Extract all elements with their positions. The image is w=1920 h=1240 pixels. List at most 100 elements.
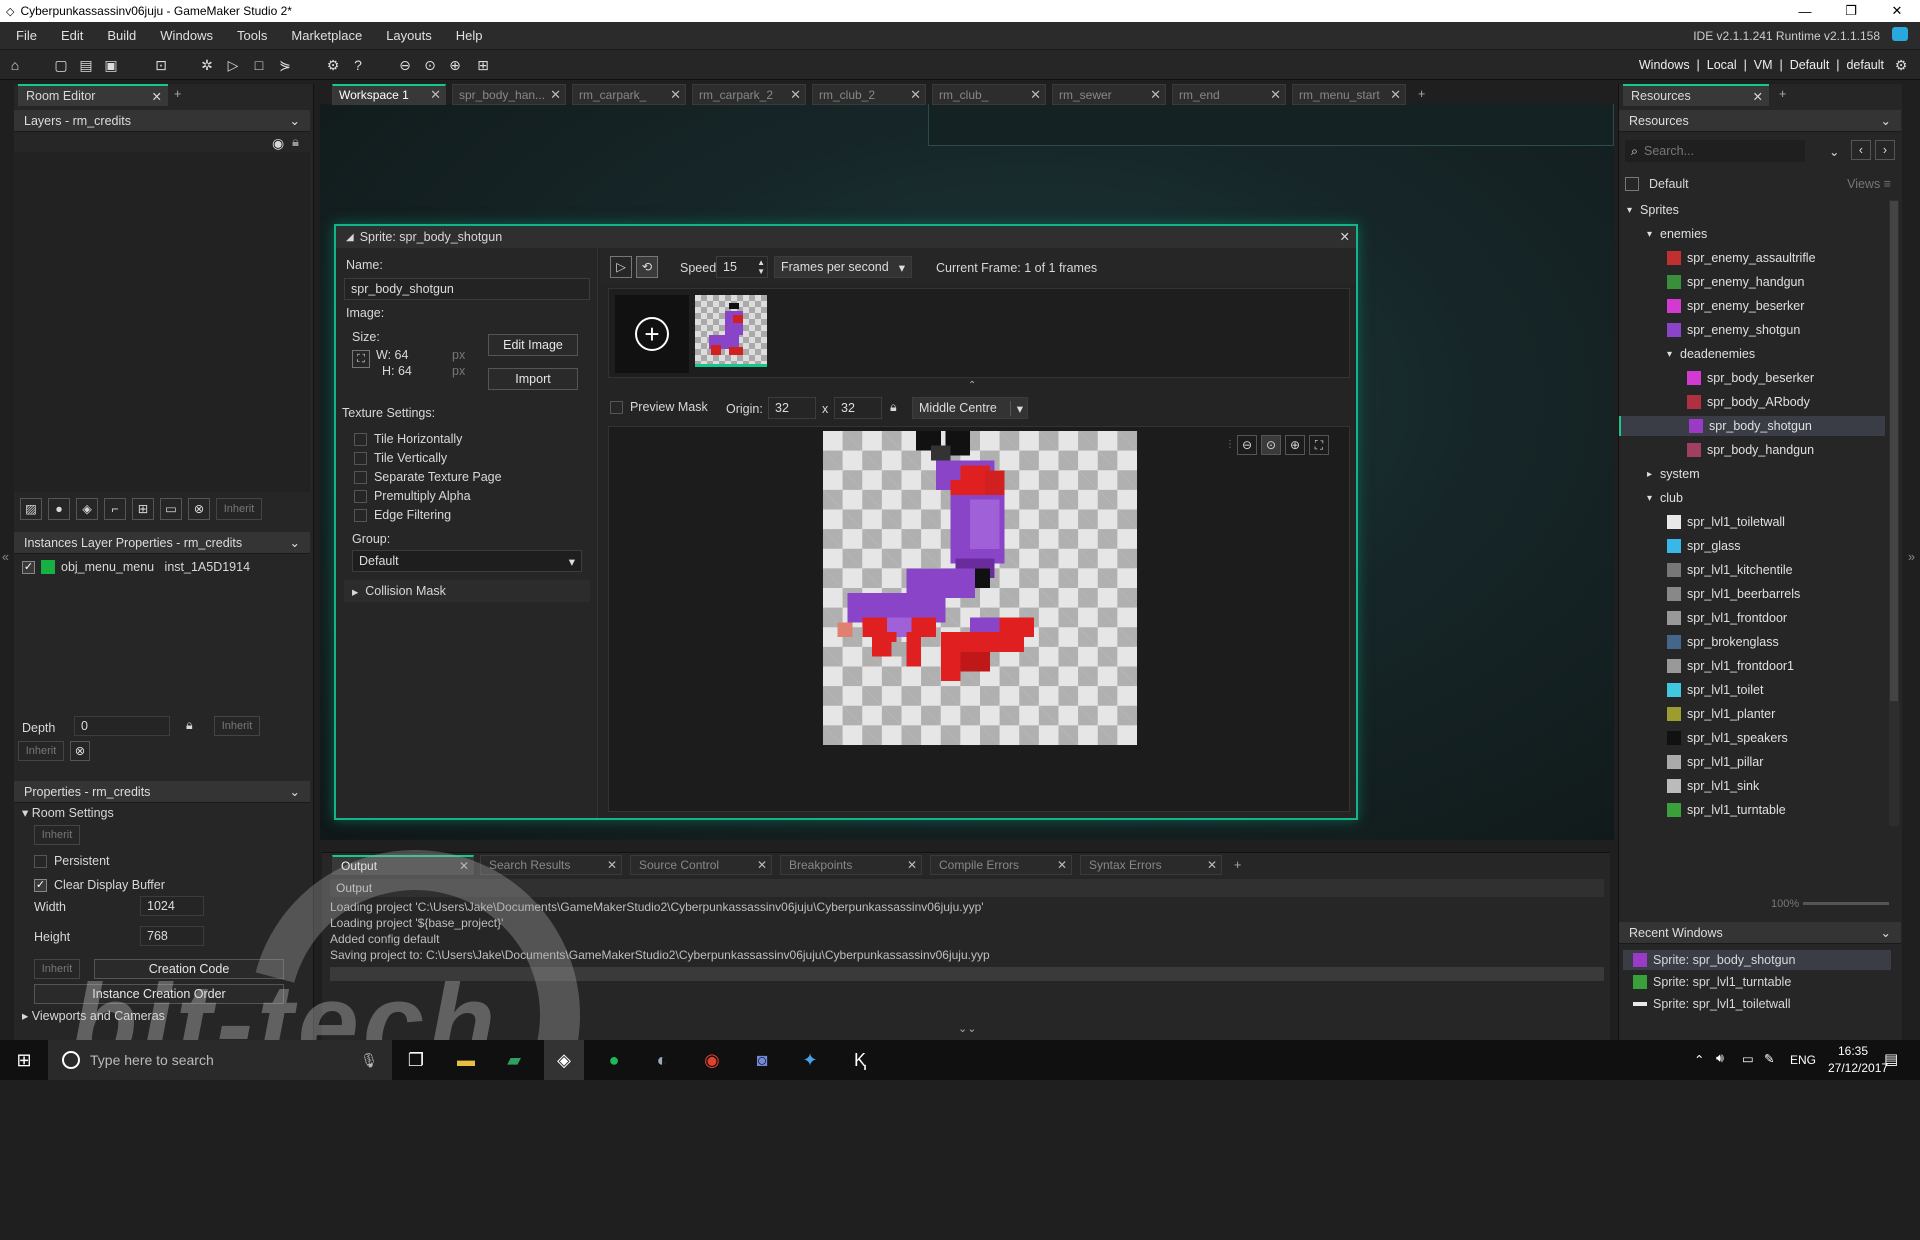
nav-forward-icon[interactable]: › [1875, 140, 1895, 160]
code-inherit-button[interactable]: Inherit [34, 959, 80, 979]
zoom-in-icon[interactable]: ⊕ [444, 54, 466, 76]
sprite-preview-area[interactable]: ⋮ ⊖ ⊙ ⊕ ⛶ [608, 426, 1350, 812]
tree-folder[interactable]: ▾ enemies [1619, 224, 1885, 244]
app-icon-blue[interactable]: ✦ [790, 1040, 830, 1080]
speed-field[interactable]: 15 ▲ ▼ [716, 256, 768, 278]
resources-header[interactable]: Resources ⌄ [1619, 110, 1901, 132]
zoom-reset-icon[interactable]: ⊙ [419, 54, 441, 76]
edit-image-button[interactable]: Edit Image [488, 334, 578, 356]
room-settings-group[interactable]: ▾ Room Settings [22, 805, 114, 820]
preview-zoom-in-icon[interactable]: ⊕ [1285, 435, 1305, 455]
tab-rm-club[interactable]: rm_club_ ✕ [932, 84, 1046, 105]
recent-item-2[interactable]: Sprite: spr_lvl1_turntable [1623, 972, 1891, 992]
tab-breakpoints[interactable]: Breakpoints ✕ [780, 855, 922, 875]
sprite-name-field[interactable]: spr_body_shotgun [344, 278, 590, 300]
add-tile-layer-icon[interactable]: ◈ [76, 498, 98, 520]
spotify-icon[interactable]: ● [594, 1040, 634, 1080]
zoom-slider[interactable] [1803, 902, 1889, 905]
save-project-icon[interactable]: ▣ [100, 54, 122, 76]
tile-vertically-checkbox[interactable] [354, 451, 367, 465]
preview-zoom-out-icon[interactable]: ⊖ [1237, 435, 1257, 455]
menu-layouts[interactable]: Layouts [374, 28, 444, 43]
play-icon[interactable]: ▷ [610, 256, 632, 278]
tree-sprite-item[interactable]: spr_lvl1_frontdoor1 [1619, 656, 1885, 676]
home-icon[interactable]: ⌂ [4, 54, 26, 76]
tree-sprite-item[interactable]: spr_enemy_beserker [1619, 296, 1885, 316]
instance-creation-order-button[interactable]: Instance Creation Order [34, 984, 284, 1004]
instances-delete-icon[interactable]: ⊗ [70, 741, 90, 761]
menu-windows[interactable]: Windows [148, 28, 225, 43]
separate-texture-checkbox[interactable] [354, 470, 367, 484]
tree-folder[interactable]: ▾ Sprites [1619, 200, 1885, 220]
separate-texture-row[interactable]: Separate Texture Page [354, 470, 502, 484]
app-icon-green[interactable]: ▰ [494, 1040, 534, 1080]
tab-rm-carpark-2[interactable]: rm_carpark_2 ✕ [692, 84, 806, 105]
start-icon[interactable]: ⊞ [4, 1040, 44, 1080]
instances-header[interactable]: Instances Layer Properties - rm_credits ⌄ [14, 532, 310, 554]
preview-mask-row[interactable]: Preview Mask [610, 400, 708, 414]
bottom-collapse-icon[interactable]: ⌄⌄ [958, 1022, 976, 1035]
chrome-icon[interactable]: ◉ [692, 1040, 732, 1080]
steam-icon[interactable]: ◐ [642, 1040, 682, 1080]
tile-horizontally-checkbox[interactable] [354, 432, 367, 446]
persistent-row[interactable]: Persistent [34, 854, 110, 868]
clock-time[interactable]: 16:35 [1838, 1044, 1868, 1058]
properties-header[interactable]: Properties - rm_credits ⌄ [14, 781, 310, 803]
add-asset-layer-icon[interactable]: ⊞ [132, 498, 154, 520]
tree-sprite-item[interactable]: spr_enemy_handgun [1619, 272, 1885, 292]
settings-icon[interactable]: ⚙ [322, 54, 344, 76]
fps-select[interactable]: Frames per second ▾ [774, 256, 912, 278]
persistent-checkbox[interactable] [34, 854, 47, 868]
tab-search-results[interactable]: Search Results ✕ [480, 855, 622, 875]
loop-icon[interactable]: ⟲ [636, 256, 658, 278]
viewports-group[interactable]: ▸ Viewports and Cameras [22, 1008, 165, 1023]
group-select[interactable]: Default ▾ [352, 550, 582, 572]
help-icon[interactable]: ? [347, 54, 369, 76]
search-dropdown-icon[interactable]: ⌄ [1829, 144, 1839, 159]
file-explorer-icon[interactable]: ▬ [446, 1040, 486, 1080]
depth-field[interactable]: 0 [74, 716, 170, 736]
edge-filtering-checkbox[interactable] [354, 508, 367, 522]
tree-sprite-item[interactable]: spr_body_handgun [1619, 440, 1885, 460]
tab-rm-carpark[interactable]: rm_carpark_ ✕ [572, 84, 686, 105]
stop-icon[interactable]: □ [248, 54, 270, 76]
discord-icon[interactable]: ◙ [742, 1040, 782, 1080]
open-project-icon[interactable]: ▤ [75, 54, 97, 76]
new-project-icon[interactable]: ▢ [50, 54, 72, 76]
delete-layer-icon[interactable]: ⊗ [188, 498, 210, 520]
instance-checkbox[interactable]: ✓ [22, 560, 35, 574]
tab-source-control[interactable]: Source Control ✕ [630, 855, 772, 875]
menu-tools[interactable]: Tools [225, 28, 279, 43]
default-view-row[interactable]: Default Views ≡ [1625, 174, 1895, 194]
output-scrollbar[interactable] [330, 967, 1604, 981]
menu-build[interactable]: Build [95, 28, 148, 43]
instance-row[interactable]: ✓ obj_menu_menu inst_1A5D1914 [22, 558, 302, 576]
lock-icon[interactable]: 🔒︎ [292, 134, 299, 150]
microphone-icon[interactable]: 🎙︎ [360, 1052, 378, 1069]
room-editor-tab[interactable]: Room Editor ✕ [18, 84, 168, 106]
depth-lock-icon[interactable]: 🔒︎ [186, 718, 193, 733]
app-icon-k[interactable]: Ⱪ [840, 1040, 880, 1080]
close-button[interactable]: ✕ [1874, 0, 1920, 22]
add-instance-layer-icon[interactable]: ● [48, 498, 70, 520]
debug-icon[interactable]: ✲ [196, 54, 218, 76]
splitter-handle[interactable]: ⌃ [968, 380, 976, 391]
tree-sprite-item[interactable]: spr_lvl1_toiletwall [1619, 512, 1885, 532]
preview-zoom-reset-icon[interactable]: ⊙ [1261, 435, 1281, 455]
add-tab-icon[interactable]: + [174, 87, 181, 101]
preview-mask-checkbox[interactable] [610, 400, 623, 414]
frame-thumbnail[interactable] [695, 295, 767, 367]
tree-folder[interactable]: ▾ deadenemies [1619, 344, 1885, 364]
resources-tab[interactable]: Resources ✕ [1623, 84, 1769, 106]
recent-windows-header[interactable]: Recent Windows ⌄ [1619, 922, 1901, 944]
recent-item-1[interactable]: Sprite: spr_body_shotgun [1623, 950, 1891, 970]
add-background-layer-icon[interactable]: ▨ [20, 498, 42, 520]
room-inherit-button[interactable]: Inherit [34, 825, 80, 845]
height-field[interactable]: 768 [140, 926, 204, 946]
clear-display-checkbox[interactable]: ✓ [34, 878, 47, 892]
tree-sprite-item[interactable]: spr_body_shotgun [1619, 416, 1885, 436]
add-frame-button[interactable]: + [615, 295, 689, 373]
target-selector[interactable]: Windows | Local | VM | Default | default [1639, 58, 1884, 72]
creation-code-button[interactable]: Creation Code [94, 959, 284, 979]
network-icon[interactable]: ▭ [1742, 1051, 1754, 1066]
